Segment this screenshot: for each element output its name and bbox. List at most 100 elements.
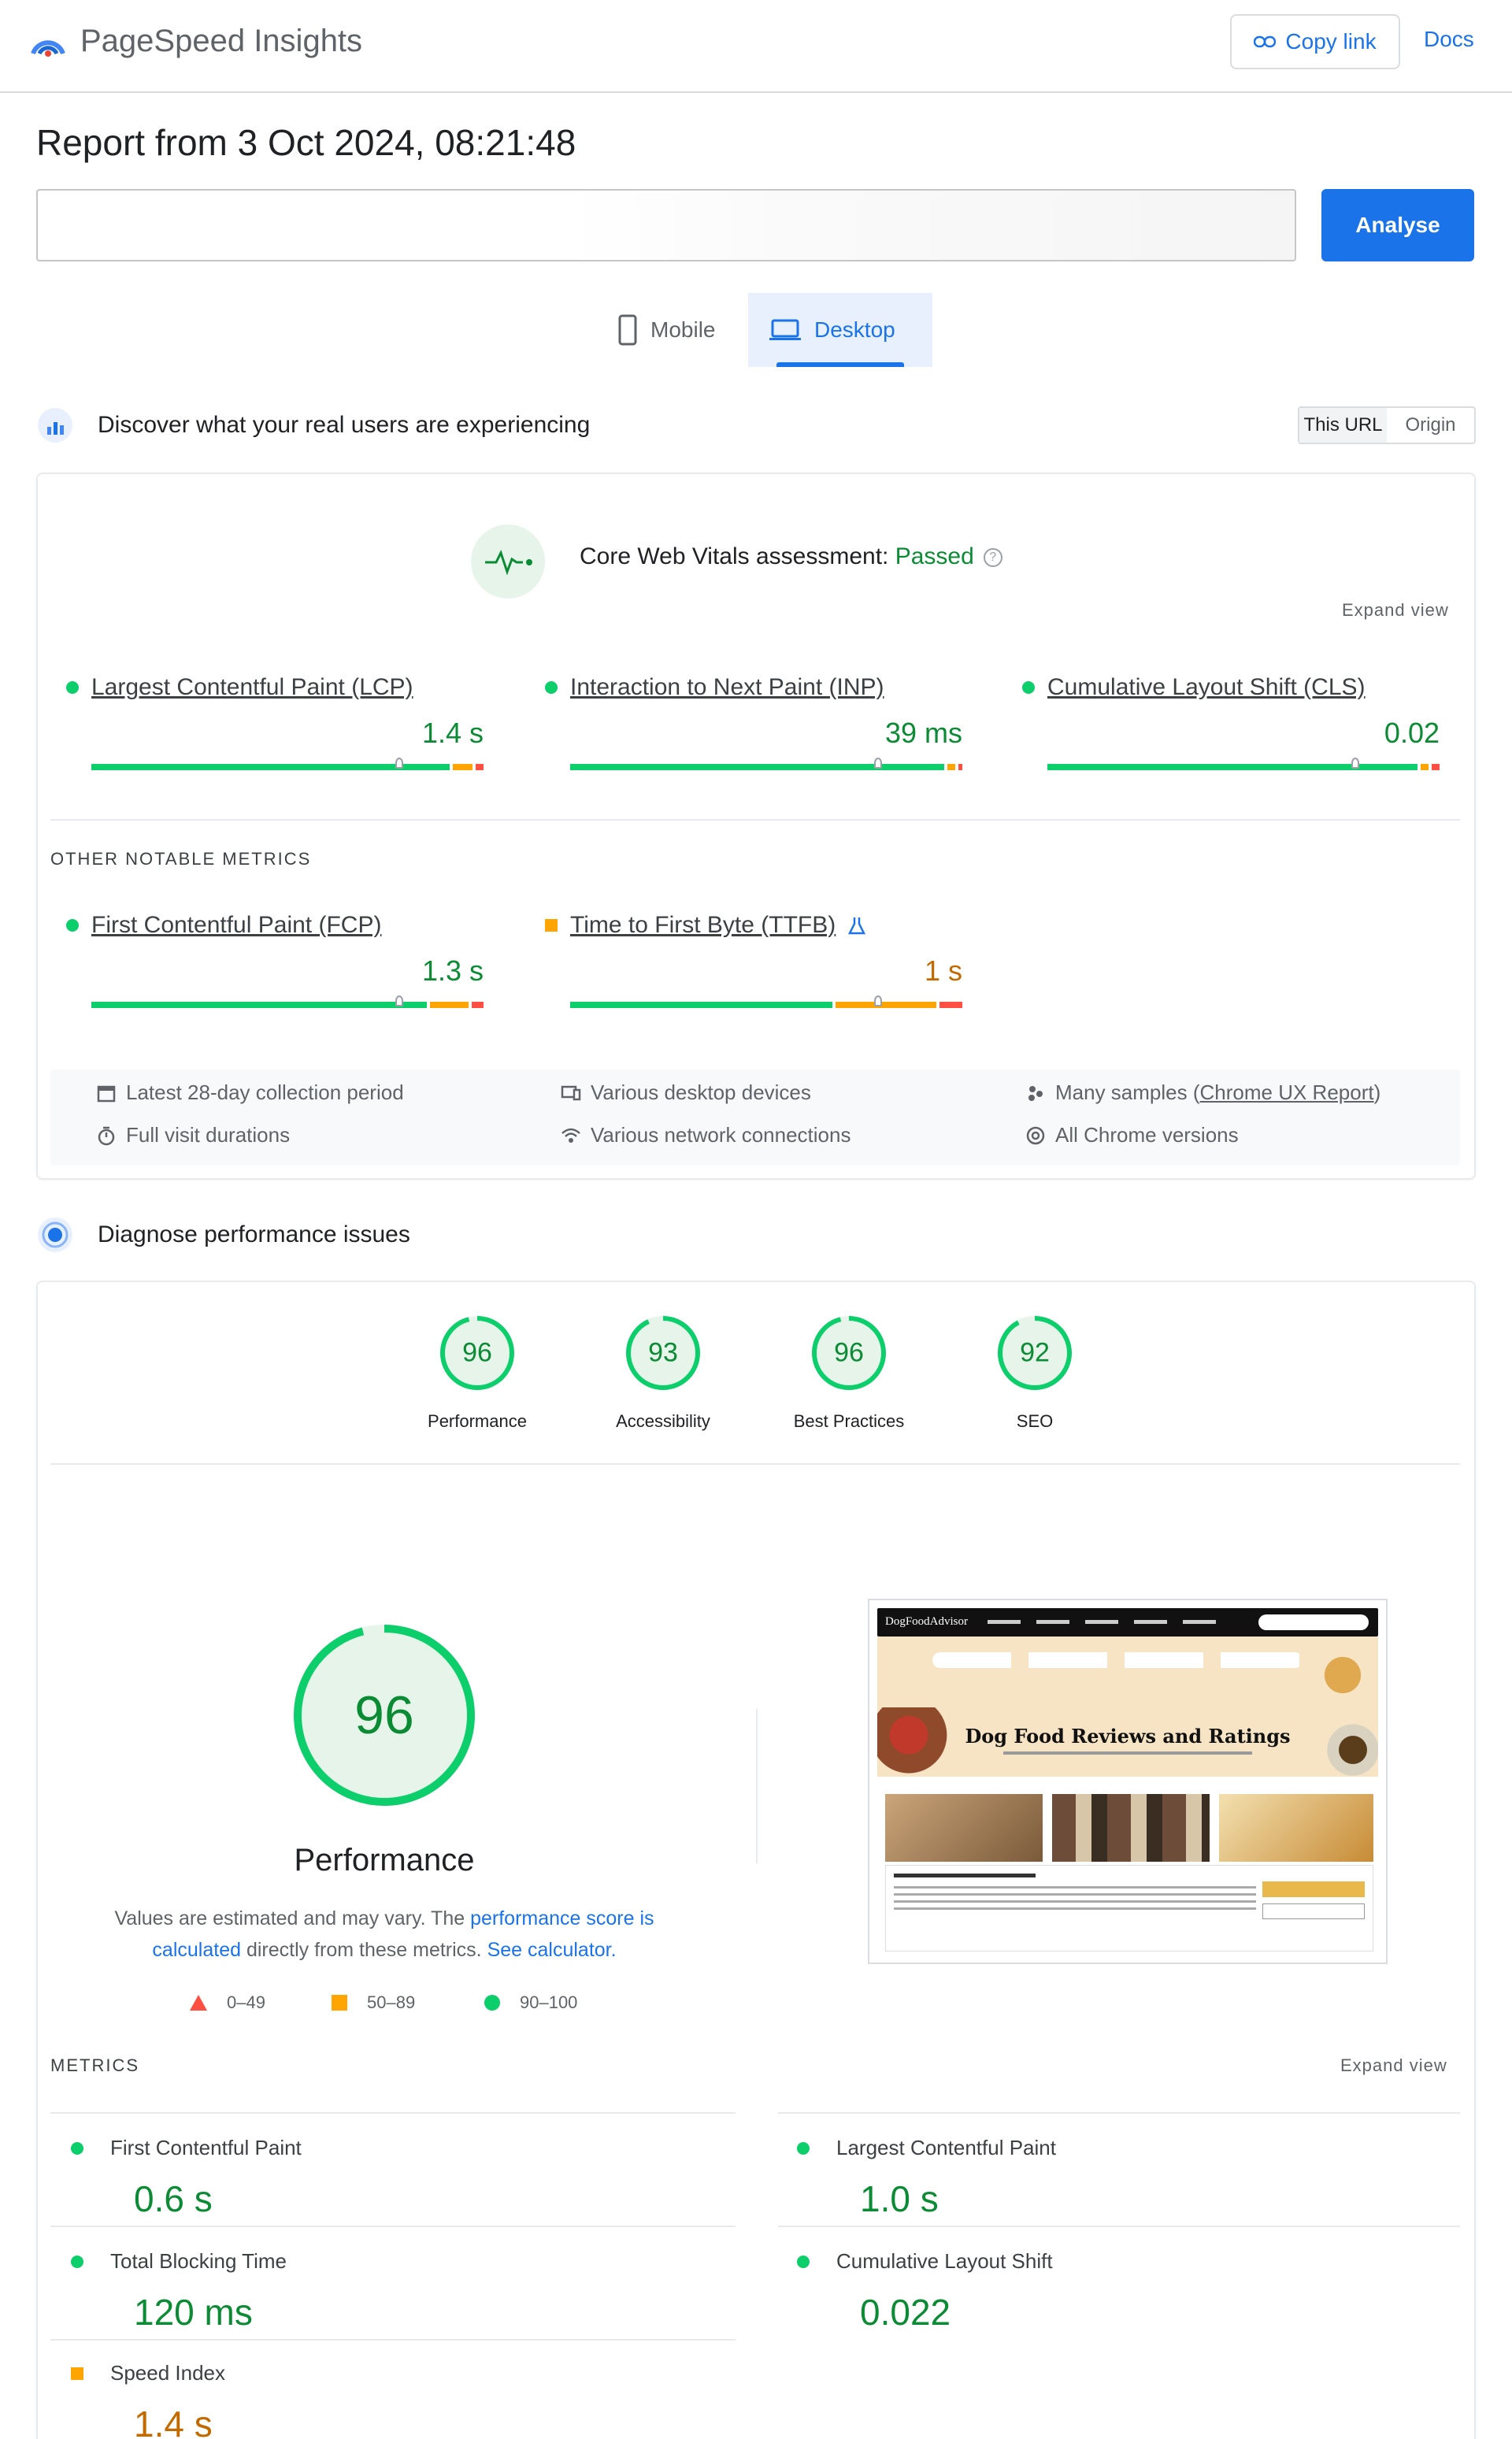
lab-data-heading: Diagnose performance issues xyxy=(36,1216,410,1254)
metric-fcp-name[interactable]: First Contentful Paint (FCP) xyxy=(66,912,484,939)
cwv-assessment: Core Web Vitals assessment: Passed? xyxy=(580,543,1002,570)
people-icon xyxy=(1028,1085,1043,1101)
average-square-icon xyxy=(332,1995,347,2011)
calculator-link[interactable]: See calculator. xyxy=(487,1939,617,1961)
timer-icon xyxy=(98,1126,115,1145)
good-status-icon xyxy=(545,681,558,694)
metric-inp-value: 39 ms xyxy=(884,717,962,749)
lab-metric-lcp-name: Largest Contentful Paint xyxy=(836,2136,1056,2159)
performance-description: Values are estimated and may vary. The p… xyxy=(85,1903,684,1966)
metric-lcp-label: Largest Contentful Paint (LCP) xyxy=(91,674,413,700)
metric-fcp-distribution xyxy=(91,1002,484,1008)
info-network: Various network connections xyxy=(561,1123,850,1147)
score-accessibility-value: 93 xyxy=(648,1337,678,1368)
screenshot-menu-items xyxy=(988,1620,1224,1624)
score-seo[interactable]: 92 SEO xyxy=(956,1315,1114,1431)
lab-expand-view[interactable]: Expand view xyxy=(1340,2055,1447,2076)
tab-desktop-label: Desktop xyxy=(814,317,895,342)
poor-triangle-icon xyxy=(190,1995,207,2011)
info-devices: Various desktop devices xyxy=(561,1080,811,1105)
metric-inp-distribution xyxy=(570,764,962,770)
average-status-icon xyxy=(545,919,558,932)
experimental-flask-icon xyxy=(848,917,866,935)
metric-ttfb-distribution xyxy=(570,1002,963,1008)
performance-desc-part-1: Values are estimated and may vary. The xyxy=(114,1907,471,1929)
screenshot-card-products xyxy=(1052,1794,1210,1862)
tab-mobile-label: Mobile xyxy=(650,317,716,342)
metric-inp-name[interactable]: Interaction to Next Paint (INP) xyxy=(545,674,962,701)
lab-metric-fcp-value: 0.6 s xyxy=(134,2178,213,2219)
field-divider xyxy=(50,819,1460,821)
legend-poor: 0–49 xyxy=(189,1992,265,2013)
page-screenshot: DogFoodAdvisor Dog Food Reviews and Rati… xyxy=(868,1599,1388,1964)
lab-metric-si: Speed Index 1.4 s xyxy=(71,2361,756,2439)
legend-average-label: 50–89 xyxy=(367,1992,416,2012)
url-input[interactable] xyxy=(36,189,1296,261)
lab-vertical-divider xyxy=(756,1709,758,1863)
metric-cls-distribution xyxy=(1047,764,1440,770)
metric-cls-name[interactable]: Cumulative Layout Shift (CLS) xyxy=(1022,674,1440,701)
good-status-icon xyxy=(797,2255,810,2268)
metric-ttfb-name[interactable]: Time to First Byte (TTFB) xyxy=(545,912,962,939)
metric-row-divider xyxy=(50,2112,736,2114)
lab-metric-fcp-name: First Contentful Paint xyxy=(110,2136,302,2159)
metric-fcp-value: 1.3 s xyxy=(421,954,484,987)
metric-lcp-value: 1.4 s xyxy=(421,717,484,749)
screenshot-hero-subtitle xyxy=(1003,1751,1252,1755)
distribution-pin-icon xyxy=(874,758,882,769)
distribution-pin-icon xyxy=(395,995,403,1006)
distribution-pin-icon xyxy=(1351,758,1359,769)
good-status-icon xyxy=(1022,681,1035,694)
score-seo-value: 92 xyxy=(1020,1337,1050,1368)
field-data-heading-text: Discover what your real users are experi… xyxy=(98,412,591,438)
info-samples-suffix: ) xyxy=(1373,1080,1381,1104)
score-accessibility[interactable]: 93 Accessibility xyxy=(584,1315,742,1431)
score-performance-label: Performance xyxy=(428,1411,527,1431)
metric-cls-value: 0.02 xyxy=(1384,717,1440,749)
toggle-origin[interactable]: Origin xyxy=(1387,408,1474,443)
metric-row-divider xyxy=(50,2226,736,2227)
performance-title: Performance xyxy=(294,1843,475,1877)
score-best-practices-value: 96 xyxy=(834,1337,864,1368)
info-versions-text: All Chrome versions xyxy=(1055,1123,1239,1147)
users-icon xyxy=(38,408,72,443)
screenshot-hero: Dog Food Reviews and Ratings xyxy=(877,1637,1378,1777)
lab-metric-tbt-name: Total Blocking Time xyxy=(110,2249,287,2273)
distribution-pin-icon xyxy=(395,758,403,769)
devices-icon xyxy=(561,1085,581,1100)
screenshot-card-dog xyxy=(885,1794,1043,1862)
info-period-text: Latest 28-day collection period xyxy=(126,1080,404,1104)
info-network-text: Various network connections xyxy=(591,1123,851,1147)
metric-row-divider xyxy=(50,2339,736,2341)
wifi-icon xyxy=(561,1128,580,1143)
score-best-practices[interactable]: 96 Best Practices xyxy=(770,1315,928,1431)
metric-cls-label: Cumulative Layout Shift (CLS) xyxy=(1047,674,1366,700)
metric-lcp-name[interactable]: Largest Contentful Paint (LCP) xyxy=(66,674,484,701)
legend-good-label: 90–100 xyxy=(520,1992,578,2012)
metric-lcp: Largest Contentful Paint (LCP) 1.4 s xyxy=(66,674,484,770)
info-samples-text: Many samples (Chrome UX Report) xyxy=(1055,1080,1380,1105)
copy-link-button[interactable]: Copy link xyxy=(1230,14,1400,69)
lab-metric-tbt: Total Blocking Time 120 ms xyxy=(71,2249,756,2333)
lab-metric-lcp: Largest Contentful Paint 1.0 s xyxy=(797,2136,1482,2220)
tab-mobile[interactable]: Mobile xyxy=(597,293,748,367)
cwv-assessment-label: Core Web Vitals assessment: xyxy=(580,543,895,569)
good-status-icon xyxy=(66,919,79,932)
metric-ttfb-value: 1 s xyxy=(924,954,962,987)
lab-data-heading-text: Diagnose performance issues xyxy=(98,1221,410,1247)
help-icon[interactable]: ? xyxy=(983,548,1002,568)
toggle-this-url[interactable]: This URL xyxy=(1299,408,1387,443)
analyse-button[interactable]: Analyse xyxy=(1321,189,1474,261)
score-performance[interactable]: 96 Performance xyxy=(398,1315,556,1431)
score-best-practices-label: Best Practices xyxy=(793,1411,905,1431)
link-icon xyxy=(1254,35,1277,48)
lab-metric-cls: Cumulative Layout Shift 0.022 xyxy=(797,2249,1482,2333)
lab-metric-tbt-value: 120 ms xyxy=(134,2292,253,2333)
screenshot-hero-title: Dog Food Reviews and Ratings xyxy=(965,1725,1291,1748)
tab-desktop[interactable]: Desktop xyxy=(748,293,932,367)
docs-link[interactable]: Docs xyxy=(1424,27,1474,52)
good-status-icon xyxy=(797,2141,810,2155)
field-expand-view[interactable]: Expand view xyxy=(1342,600,1449,621)
info-durations: Full visit durations xyxy=(96,1123,290,1147)
chrome-ux-report-link[interactable]: Chrome UX Report xyxy=(1200,1080,1374,1104)
